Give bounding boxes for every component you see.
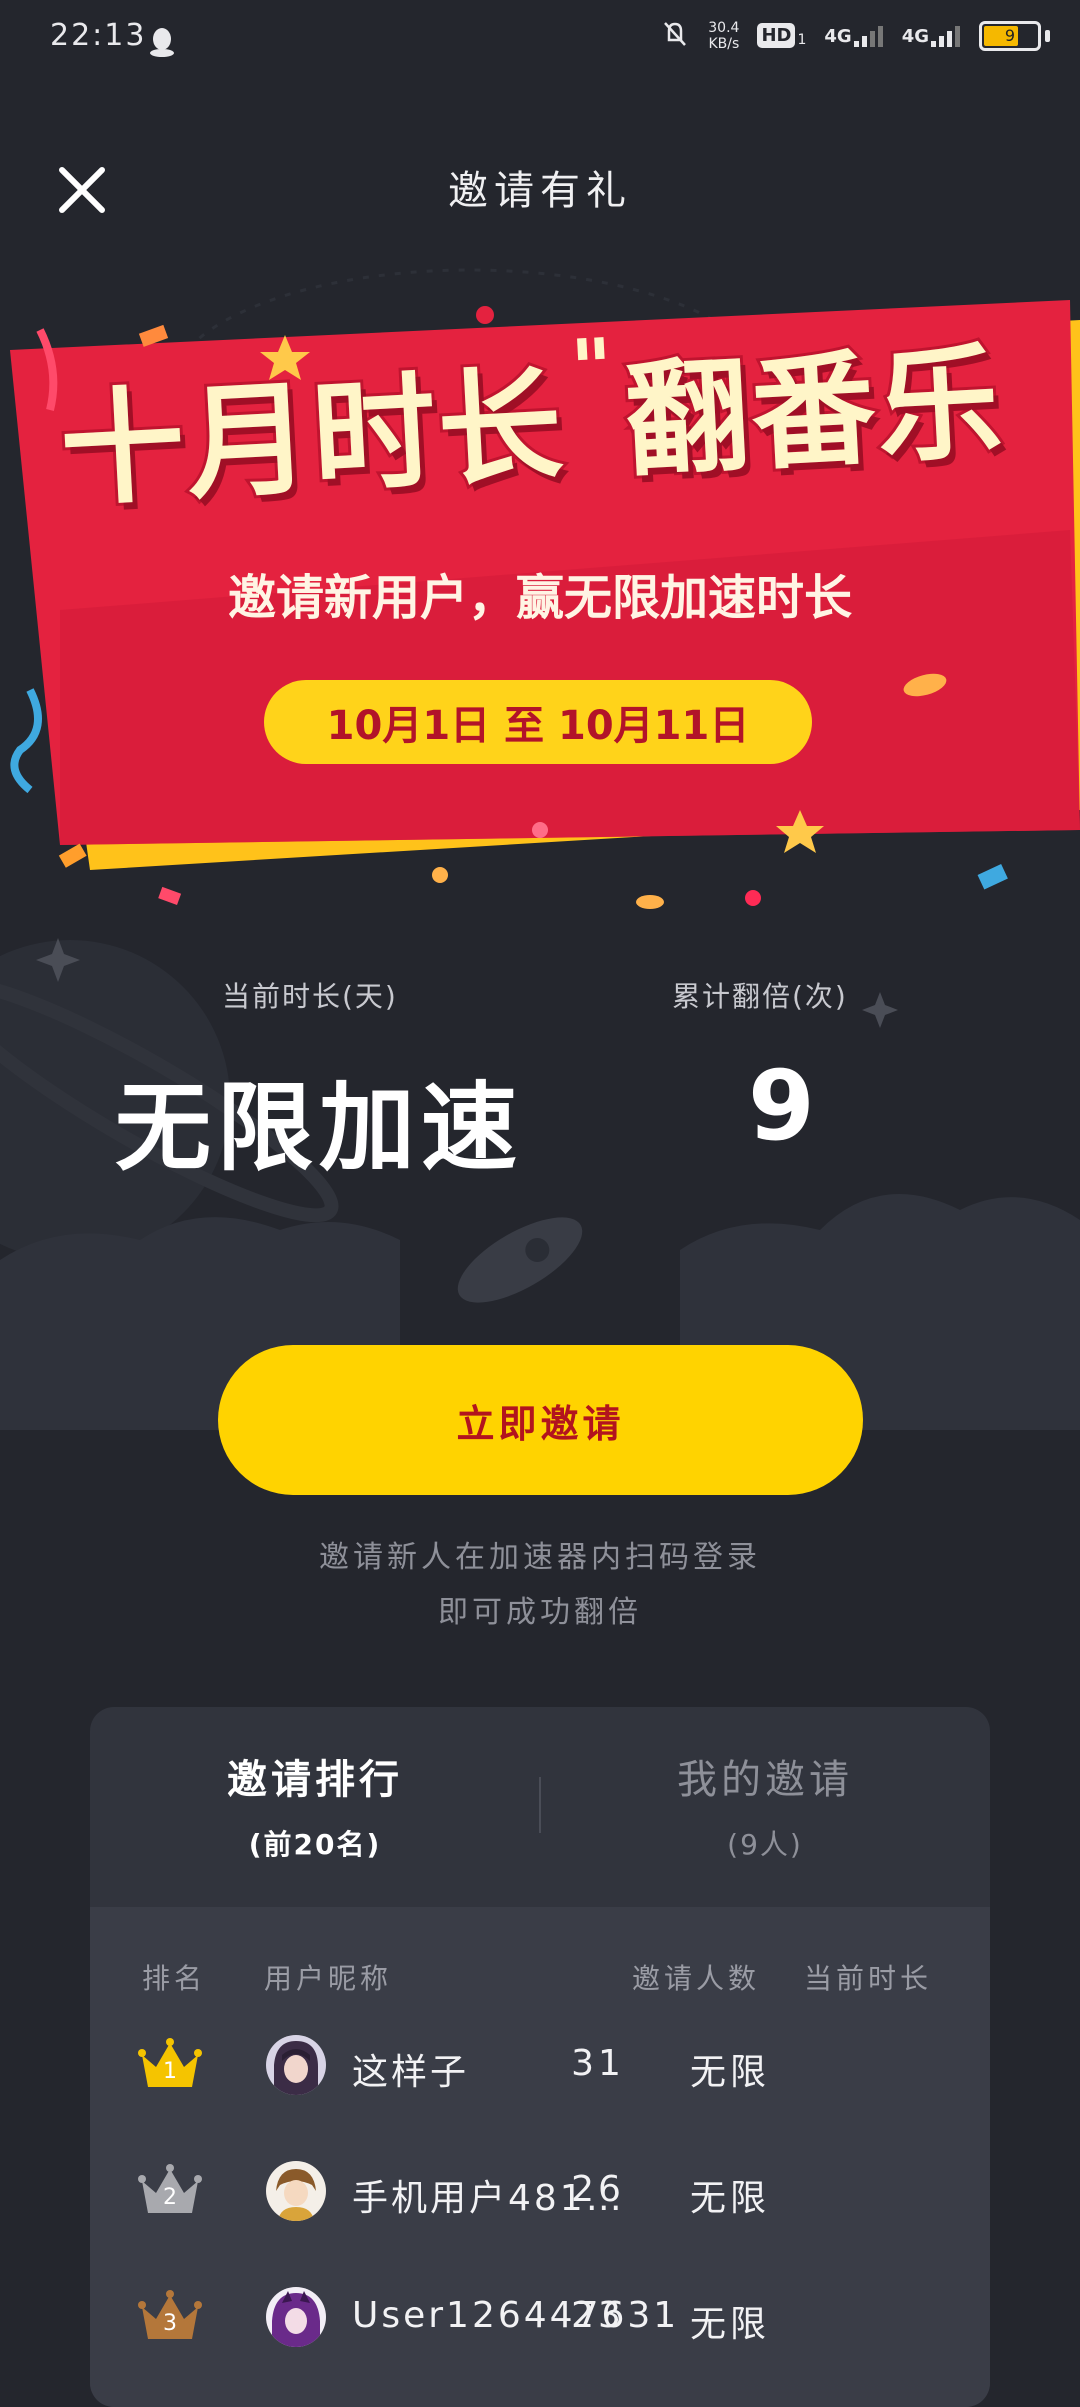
tab-invite-ranking-title: 邀请排行	[227, 1757, 403, 1803]
avatar	[266, 2161, 326, 2221]
crown-icon: 2	[138, 2163, 202, 2219]
current-duration: 无限	[689, 2304, 770, 2345]
rank-number: 3	[163, 2311, 177, 2336]
battery-icon: 9	[979, 20, 1041, 51]
page-title: 邀请有礼	[448, 168, 632, 214]
status-indicators: 30.4 KB/s HD 1 4G 4G 9	[660, 18, 1050, 53]
invite-hint-line1: 邀请新人在加速器内扫码登录	[319, 1540, 761, 1575]
user-nickname: 这样子	[352, 2052, 470, 2093]
table-row: 3 User126447631 23 无限	[90, 2265, 990, 2391]
column-duration: 当前时长	[804, 1962, 933, 1995]
tab-invite-ranking[interactable]: 邀请排行 (前20名)	[90, 1747, 540, 1863]
current-duration: 无限	[689, 2178, 770, 2219]
rank-number: 2	[163, 2185, 177, 2210]
tab-invite-ranking-sub: (前20名)	[248, 1828, 382, 1861]
ranking-card: 邀请排行 (前20名) 我的邀请 (9人) 排名 用户昵称 邀请人数 当前时长 …	[90, 1707, 990, 2407]
table-row: 1 这样子 31 无限	[90, 2013, 990, 2139]
ranking-table: 排名 用户昵称 邀请人数 当前时长 1 这样子 31 无限 2 手机用户481……	[90, 1907, 990, 2407]
current-duration-label: 当前时长(天)	[222, 980, 398, 1013]
signal-icon-2: 4G	[902, 25, 961, 47]
net-speed: 30.4 KB/s	[708, 19, 740, 52]
avatar	[266, 2035, 326, 2095]
multiplier-count-value: 9	[748, 1050, 815, 1162]
status-bar: 22:13 30.4 KB/s HD 1 4G 4G 9	[0, 0, 1080, 80]
signal-icon: 4G	[824, 25, 883, 47]
banner-subtitle: 邀请新用户，赢无限加速时长	[227, 570, 852, 626]
invite-now-button[interactable]: 立即邀请	[218, 1345, 863, 1495]
current-duration-value: 无限加速	[115, 1072, 523, 1184]
status-time: 22:13	[50, 18, 147, 53]
column-invites: 邀请人数	[632, 1962, 761, 1995]
qq-icon	[148, 26, 176, 58]
mute-icon	[660, 18, 690, 53]
crown-icon: 3	[138, 2289, 202, 2345]
column-rank: 排名	[142, 1962, 207, 1995]
current-duration: 无限	[689, 2052, 770, 2093]
tab-my-invites-title: 我的邀请	[677, 1757, 853, 1803]
avatar	[266, 2287, 326, 2347]
invite-hint-line2: 即可成功翻倍	[438, 1595, 642, 1630]
table-row: 2 手机用户481… 26 无限	[90, 2139, 990, 2265]
column-nickname: 用户昵称	[264, 1962, 393, 1995]
rank-number: 1	[163, 2059, 177, 2084]
multiplier-count-label: 累计翻倍(次)	[672, 980, 848, 1013]
tab-my-invites-sub: (9人)	[727, 1828, 803, 1861]
hd-icon: HD 1	[757, 23, 806, 48]
crown-icon: 1	[138, 2037, 202, 2093]
date-range-badge: 10月1日 至 10月11日	[264, 680, 812, 764]
tab-my-invites[interactable]: 我的邀请 (9人)	[540, 1747, 990, 1863]
